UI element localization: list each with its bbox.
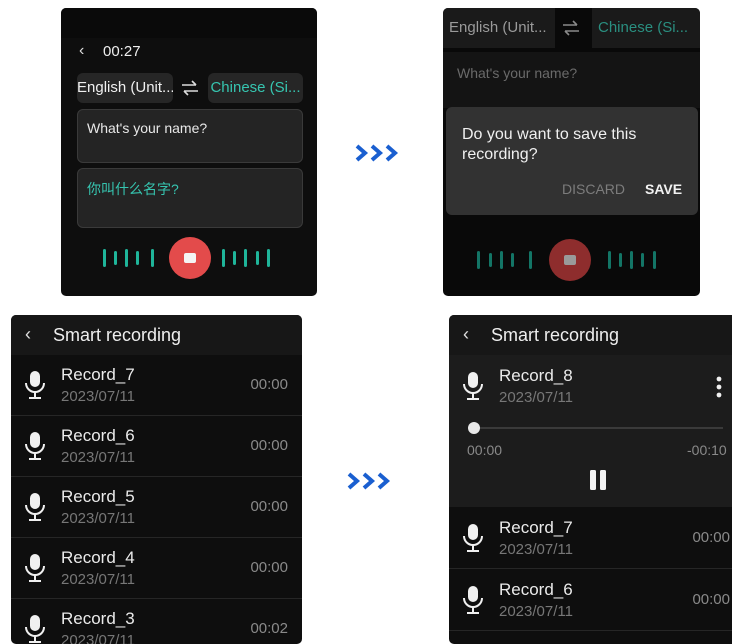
microphone-icon xyxy=(23,370,47,405)
chevron-left-icon[interactable]: ‹ xyxy=(25,324,31,345)
list-item[interactable]: Record_5 2023/07/11 00:00 xyxy=(11,477,302,538)
record-name: Record_6 xyxy=(499,580,573,599)
triple-chevron-right-icon xyxy=(347,471,395,491)
discard-button[interactable]: DISCARD xyxy=(562,181,625,197)
record-duration: 00:00 xyxy=(250,437,288,454)
record-name: Record_7 xyxy=(499,518,573,537)
target-text: 你叫什么名字? xyxy=(87,181,179,197)
chevron-left-icon[interactable]: ‹ xyxy=(463,324,469,345)
back-button[interactable]: ‹ xyxy=(79,42,84,60)
list-item[interactable]: Record_7 2023/07/11 00:00 xyxy=(11,355,302,416)
dimmed-source-language: English (Unit... xyxy=(443,8,555,48)
progress-track[interactable] xyxy=(468,422,723,434)
record-duration: 00:00 xyxy=(250,376,288,393)
list-item[interactable]: Record_6 2023/07/11 00:00 xyxy=(11,416,302,477)
stop-icon xyxy=(184,253,196,263)
record-date: 2023/07/11 xyxy=(499,603,573,620)
record-name: Record_6 xyxy=(61,426,135,445)
playback-screen: ‹ Smart recording Record_8 2023/07/11 00… xyxy=(449,315,732,644)
record-duration: 00:00 xyxy=(692,591,730,608)
dimmed-source-box: What's your name? xyxy=(443,52,700,108)
dialog-message: Do you want to save this recording? xyxy=(462,126,637,163)
record-duration: 00:02 xyxy=(250,620,288,637)
source-text: What's your name? xyxy=(87,120,208,136)
list-header: ‹ Smart recording xyxy=(449,315,732,355)
microphone-icon xyxy=(461,585,485,620)
target-language-button[interactable]: Chinese (Si... xyxy=(208,73,303,103)
target-text-box: 你叫什么名字? xyxy=(77,168,303,228)
microphone-icon xyxy=(461,371,485,406)
record-date: 2023/07/11 xyxy=(61,510,135,527)
timer: 00:27 xyxy=(103,43,141,60)
record-name: Record_7 xyxy=(61,365,135,384)
player-card: Record_8 2023/07/11 00:00 -00:10 xyxy=(449,355,732,507)
dimmed-source-text: What's your name? xyxy=(457,65,578,81)
microphone-icon xyxy=(461,523,485,558)
page-title: Smart recording xyxy=(53,325,182,345)
record-date: 2023/07/11 xyxy=(61,449,135,466)
microphone-icon xyxy=(23,431,47,466)
microphone-icon xyxy=(23,553,47,588)
record-name: Record_8 xyxy=(499,366,573,385)
record-date: 2023/07/11 xyxy=(61,388,135,405)
top-status-area xyxy=(61,8,317,38)
microphone-icon xyxy=(23,492,47,527)
swap-languages-icon[interactable] xyxy=(180,80,200,101)
save-button[interactable]: SAVE xyxy=(645,181,682,197)
elapsed-time: 00:00 xyxy=(467,442,503,458)
recording-screen: ‹ 00:27 English (Unit... Chinese (Si... … xyxy=(61,8,317,296)
list-item[interactable]: Record_3 2023/07/11 00:02 xyxy=(11,599,302,644)
record-duration: 00:00 xyxy=(692,529,730,546)
record-duration: 00:00 xyxy=(250,498,288,515)
record-name: Record_4 xyxy=(61,548,135,567)
pause-icon xyxy=(588,470,608,495)
swap-arrows-icon xyxy=(561,20,581,41)
save-dialog-screen: English (Unit... Chinese (Si... What's y… xyxy=(443,8,700,296)
record-date: 2023/07/11 xyxy=(499,389,573,406)
triple-chevron-right-icon xyxy=(355,143,403,163)
source-text-box: What's your name? xyxy=(77,109,303,163)
dimmed-record-button xyxy=(549,239,591,281)
source-language-button[interactable]: English (Unit... xyxy=(77,73,173,103)
record-duration: 00:00 xyxy=(250,559,288,576)
save-dialog: Do you want to save this recording? DISC… xyxy=(446,107,698,215)
more-options-icon[interactable] xyxy=(716,376,722,403)
recording-list-screen: ‹ Smart recording Record_7 2023/07/11 00… xyxy=(11,315,302,644)
pause-button[interactable] xyxy=(588,469,608,496)
list-item[interactable]: Record_4 2023/07/11 00:00 xyxy=(11,538,302,599)
progress-thumb[interactable] xyxy=(468,422,480,434)
record-date: 2023/07/11 xyxy=(499,541,573,558)
record-date: 2023/07/11 xyxy=(61,632,135,644)
record-date: 2023/07/11 xyxy=(61,571,135,588)
stop-record-button[interactable] xyxy=(169,237,211,279)
microphone-icon xyxy=(23,614,47,644)
stop-icon xyxy=(564,255,576,265)
list-item[interactable]: Record_6 2023/07/11 00:00 xyxy=(449,570,732,631)
remaining-time: -00:10 xyxy=(687,442,727,458)
list-item[interactable]: Record_7 2023/07/11 00:00 xyxy=(449,508,732,569)
list-header: ‹ Smart recording xyxy=(11,315,302,355)
record-name: Record_3 xyxy=(61,609,135,628)
page-title: Smart recording xyxy=(491,325,620,345)
dimmed-target-language: Chinese (Si... xyxy=(592,8,700,48)
chevron-left-icon: ‹ xyxy=(79,42,85,59)
record-name: Record_5 xyxy=(61,487,135,506)
